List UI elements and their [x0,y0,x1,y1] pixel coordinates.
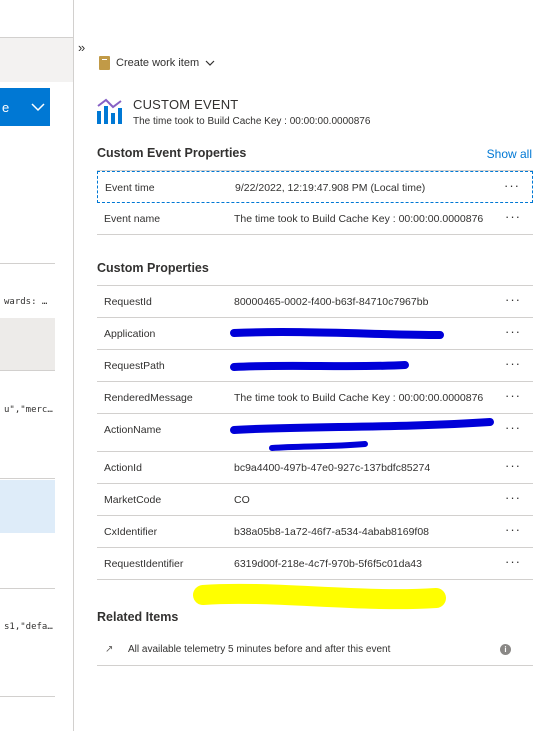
work-item-icon [99,56,110,70]
property-key: RequestIdentifier [104,558,184,570]
table-row[interactable]: Application ··· [97,318,533,350]
custom-event-properties-table: Event time 9/22/2022, 12:19:47.908 PM (L… [97,170,533,235]
table-row[interactable]: CxIdentifier b38a05b8-1a72-46f7-a534-4ab… [97,516,533,548]
left-divider [0,263,55,264]
more-options-icon[interactable]: ··· [505,522,521,537]
more-options-icon[interactable]: ··· [504,178,520,193]
create-work-item-button[interactable]: Create work item [99,56,215,70]
left-snippet-3: s1,"defa… [4,622,53,632]
left-divider [0,370,55,371]
left-pane: e wards: … u","merc… s1,"defa… [0,0,74,731]
more-options-icon[interactable]: ··· [505,490,521,505]
more-options-icon[interactable]: ··· [505,292,521,307]
table-row[interactable]: RequestIdentifier 6319d00f-218e-4c7f-970… [97,548,533,580]
event-type-title: CUSTOM EVENT [133,97,239,112]
property-key: RenderedMessage [104,392,193,404]
table-row[interactable]: ActionName ··· [97,414,533,452]
event-subtitle: The time took to Build Cache Key : 00:00… [133,116,371,127]
collapse-panel-button[interactable]: » [78,40,85,55]
property-key: ActionName [104,424,162,436]
table-row[interactable]: ActionId bc9a4400-497b-47e0-927c-137bdfc… [97,452,533,484]
property-value: The time took to Build Cache Key : 00:00… [234,213,484,225]
left-dropdown-label: e [2,99,10,115]
property-key: Event name [104,213,161,225]
table-row[interactable]: RenderedMessage The time took to Build C… [97,382,533,414]
property-value: bc9a4400-497b-47e0-927c-137bdfc85274 [234,462,431,474]
related-items-title: Related Items [97,610,179,624]
info-icon[interactable]: i [500,644,511,655]
table-row[interactable]: Event time 9/22/2022, 12:19:47.908 PM (L… [97,171,533,203]
chevron-down-icon [31,103,45,112]
more-options-icon[interactable]: ··· [505,554,521,569]
more-options-icon[interactable]: ··· [505,458,521,473]
custom-event-properties-title: Custom Event Properties [97,146,247,160]
left-divider [0,478,55,479]
property-key: CxIdentifier [104,526,158,538]
left-snippet-2: u","merc… [4,405,53,415]
chevron-down-icon [205,60,215,66]
custom-event-icon [97,98,122,124]
left-snippet-1: wards: … [4,297,48,307]
more-options-icon[interactable]: ··· [505,324,521,339]
property-value: 9/22/2022, 12:19:47.908 PM (Local time) [235,182,426,194]
property-key: MarketCode [104,494,162,506]
table-row[interactable]: Event name The time took to Build Cache … [97,203,533,235]
property-value: b38a05b8-1a72-46f7-a534-4abab8169f08 [234,526,430,538]
related-item-label: All available telemetry 5 minutes before… [128,644,391,655]
property-key: ActionId [104,462,142,474]
more-options-icon[interactable]: ··· [505,209,521,224]
property-value: 6319d00f-218e-4c7f-970b-5f6f5c01da43 [234,558,422,570]
property-key: RequestId [104,296,152,308]
create-work-item-label: Create work item [116,57,200,69]
left-row-selected[interactable] [0,480,55,533]
property-value: The time took to Build Cache Key : 00:00… [234,392,484,404]
property-value: CO [234,494,250,506]
left-dropdown-button[interactable]: e [0,88,50,126]
more-options-icon[interactable]: ··· [505,356,521,371]
show-all-link[interactable]: Show all [487,147,532,161]
left-header [0,38,73,82]
property-value: 80000465-0002-f400-b63f-84710c7967bb [234,296,429,308]
left-divider [0,696,55,697]
left-divider [0,588,55,589]
property-key: Event time [105,182,155,194]
table-row[interactable]: RequestId 80000465-0002-f400-b63f-84710c… [97,286,533,318]
property-key: Application [104,328,156,340]
left-row-gray[interactable] [0,318,55,370]
table-row[interactable]: RequestPath ··· [97,350,533,382]
related-item-row[interactable]: ↗ All available telemetry 5 minutes befo… [97,635,533,666]
property-key: RequestPath [104,360,165,372]
arrow-up-right-icon: ↗ [105,644,114,655]
more-options-icon[interactable]: ··· [505,388,521,403]
custom-properties-table: RequestId 80000465-0002-f400-b63f-84710c… [97,285,533,580]
more-options-icon[interactable]: ··· [505,420,521,435]
table-row[interactable]: MarketCode CO ··· [97,484,533,516]
custom-properties-title: Custom Properties [97,261,209,275]
